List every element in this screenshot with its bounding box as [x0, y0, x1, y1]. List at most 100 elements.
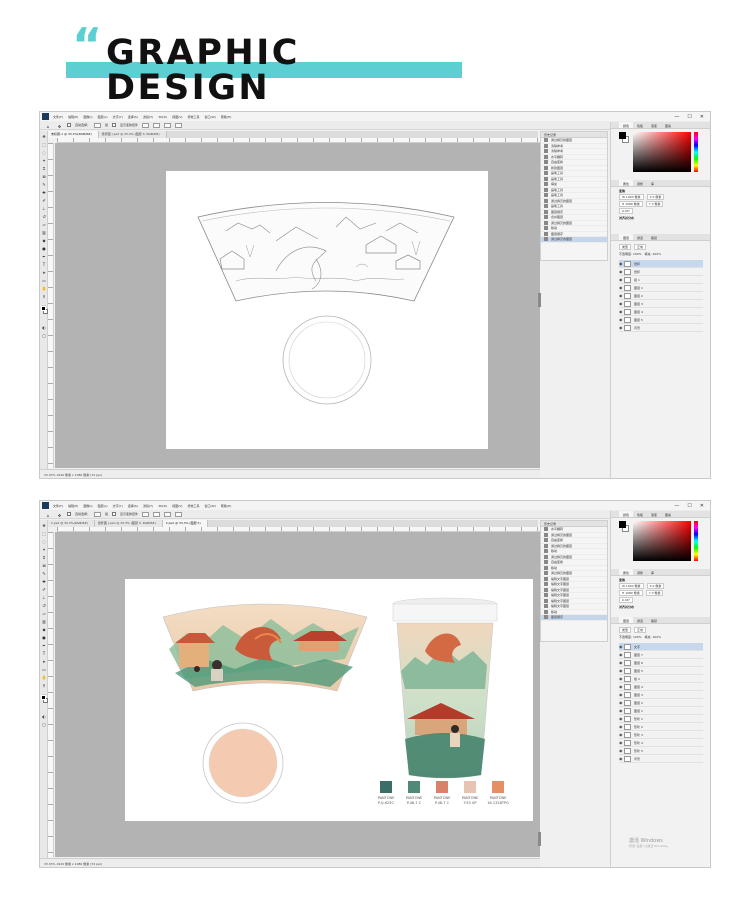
- align-left-button[interactable]: [142, 122, 150, 128]
- tab-paths[interactable]: 路径: [647, 617, 661, 623]
- tab-swatches[interactable]: 色板: [633, 122, 647, 128]
- lasso-tool-icon[interactable]: ◌: [42, 150, 47, 155]
- layer-filter-select[interactable]: 类型: [619, 243, 632, 250]
- align-right-button[interactable]: [164, 511, 172, 517]
- shape-tool-icon[interactable]: ▭: [42, 278, 47, 283]
- menu-filter[interactable]: 滤镜(T): [143, 504, 153, 508]
- fill-field[interactable]: 填充: 100%: [645, 252, 662, 256]
- history-item[interactable]: 图层顺序: [541, 615, 607, 621]
- menu-plugins[interactable]: 增效工具: [187, 115, 199, 119]
- layer-row[interactable]: ◉ 形状 3: [619, 731, 703, 739]
- tab-properties[interactable]: 属性: [619, 569, 634, 575]
- menu-3d[interactable]: 3D(D): [158, 115, 167, 119]
- canvas-workspace[interactable]: PANTONE P.Q-625C PANTONE P.48-7 C PANTONE P.4…: [55, 532, 541, 857]
- layer-row[interactable]: ◉ 组 2: [619, 675, 703, 683]
- tab-libraries[interactable]: 库: [647, 569, 658, 575]
- type-tool-icon[interactable]: T: [42, 262, 47, 267]
- lasso-tool-icon[interactable]: ◌: [42, 539, 47, 544]
- home-icon[interactable]: ⌂: [46, 513, 51, 518]
- y-field[interactable]: Y 0 像素: [645, 200, 664, 207]
- tab-patterns[interactable]: 图案: [661, 122, 675, 128]
- brush-tool-icon[interactable]: ✐: [42, 198, 47, 203]
- foreground-color-swatch[interactable]: [41, 306, 46, 311]
- auto-select-checkbox[interactable]: [67, 123, 71, 127]
- menu-file[interactable]: 文件(F): [53, 504, 63, 508]
- layer-row[interactable]: ◉ 图层 6: [619, 659, 703, 667]
- layer-row[interactable]: ◉ 图层 7: [619, 651, 703, 659]
- history-brush-icon[interactable]: ↺: [42, 214, 47, 219]
- history-brush-icon[interactable]: ↺: [42, 603, 47, 608]
- menu-edit[interactable]: 编辑(E): [68, 504, 78, 508]
- layer-row[interactable]: ◉ 图层 1: [619, 284, 703, 292]
- foreground-color-chip[interactable]: [619, 521, 626, 528]
- brush-tool-icon[interactable]: ✐: [42, 587, 47, 592]
- tab-swatches[interactable]: 色板: [633, 511, 647, 517]
- align-center-button[interactable]: [153, 511, 161, 517]
- dodge-tool-icon[interactable]: ●: [42, 246, 47, 251]
- tab-gradients[interactable]: 渐变: [647, 122, 661, 128]
- hue-slider[interactable]: [694, 521, 698, 561]
- tab-color[interactable]: 颜色: [619, 511, 634, 517]
- zoom-tool-icon[interactable]: ⚲: [42, 294, 47, 299]
- layer-filter-select[interactable]: 类型: [619, 626, 632, 633]
- menu-layer[interactable]: 图层(L): [98, 115, 108, 119]
- align-center-button[interactable]: [153, 122, 161, 128]
- stamp-tool-icon[interactable]: ⊥: [42, 595, 47, 600]
- healing-brush-icon[interactable]: ✚: [42, 190, 47, 195]
- menu-image[interactable]: 图像(I): [83, 115, 92, 119]
- layer-row[interactable]: ◉ 背景: [619, 324, 703, 332]
- maximize-icon[interactable]: ☐: [687, 503, 691, 509]
- canvas-scrollbar[interactable]: [538, 832, 541, 846]
- eyedropper-icon[interactable]: ✎: [42, 571, 47, 576]
- magic-wand-icon[interactable]: ✦: [42, 158, 47, 163]
- marquee-tool-icon[interactable]: ⬚: [42, 531, 47, 536]
- layer-row[interactable]: ◉ 纸杯: [619, 260, 703, 268]
- menu-plugins[interactable]: 增效工具: [187, 504, 199, 508]
- stamp-tool-icon[interactable]: ⊥: [42, 206, 47, 211]
- menu-type[interactable]: 文字(Y): [113, 504, 123, 508]
- magic-wand-icon[interactable]: ✦: [42, 547, 47, 552]
- layer-row[interactable]: ◉ 形状 2: [619, 723, 703, 731]
- screen-mode-icon[interactable]: ▢: [42, 722, 47, 727]
- eraser-icon[interactable]: ▱: [42, 611, 47, 616]
- x-field[interactable]: X 0 像素: [646, 582, 665, 589]
- minimize-icon[interactable]: —: [674, 114, 679, 120]
- doc-tab[interactable]: 未标题-1 @ 33.3%(RGB/8#): [48, 131, 99, 138]
- healing-brush-icon[interactable]: ✚: [42, 579, 47, 584]
- eyedropper-icon[interactable]: ✎: [42, 182, 47, 187]
- layer-row[interactable]: ◉ 图层 5: [619, 667, 703, 675]
- y-field[interactable]: Y 0 像素: [645, 589, 664, 596]
- menu-select[interactable]: 选择(S): [128, 504, 138, 508]
- layer-row[interactable]: ◉ 形状 5: [619, 747, 703, 755]
- minimize-icon[interactable]: —: [674, 503, 679, 509]
- foreground-color-swatch[interactable]: [41, 695, 46, 700]
- distribute-button[interactable]: [175, 122, 183, 128]
- hand-tool-icon[interactable]: ✋: [42, 675, 47, 680]
- tab-properties[interactable]: 属性: [619, 180, 634, 186]
- close-icon[interactable]: ✕: [700, 503, 704, 509]
- x-field[interactable]: X 0 像素: [646, 193, 665, 200]
- show-transform-checkbox[interactable]: [112, 512, 117, 516]
- width-field[interactable]: W 1920 像素: [619, 193, 644, 200]
- foreground-color-chip[interactable]: [619, 132, 626, 139]
- layer-row[interactable]: ◉ 纸杯: [619, 268, 703, 276]
- menu-select[interactable]: 选择(S): [128, 115, 138, 119]
- tab-channels[interactable]: 通道: [633, 617, 647, 623]
- opacity-field[interactable]: 不透明度: 100%: [619, 635, 642, 639]
- opacity-field[interactable]: 不透明度: 100%: [619, 252, 642, 256]
- doc-tab[interactable]: 2.psd @ 33.3% (图层 5): [162, 520, 208, 527]
- shape-tool-icon[interactable]: ▭: [42, 667, 47, 672]
- tab-libraries[interactable]: 库: [647, 180, 658, 186]
- canvas-scrollbar[interactable]: [538, 293, 541, 307]
- layer-row[interactable]: ◉ 形状 4: [619, 739, 703, 747]
- menu-type[interactable]: 文字(Y): [113, 115, 123, 119]
- pen-tool-icon[interactable]: ✒: [42, 254, 47, 259]
- layer-row[interactable]: ◉ 文字: [619, 643, 703, 651]
- tab-patterns[interactable]: 图案: [661, 511, 675, 517]
- blur-tool-icon[interactable]: ◆: [42, 627, 47, 632]
- tab-channels[interactable]: 通道: [633, 234, 647, 240]
- layer-row[interactable]: ◉ 图层 3: [619, 300, 703, 308]
- menu-image[interactable]: 图像(I): [83, 504, 92, 508]
- menu-layer[interactable]: 图层(L): [98, 504, 108, 508]
- crop-tool-icon[interactable]: ⌗: [42, 555, 47, 560]
